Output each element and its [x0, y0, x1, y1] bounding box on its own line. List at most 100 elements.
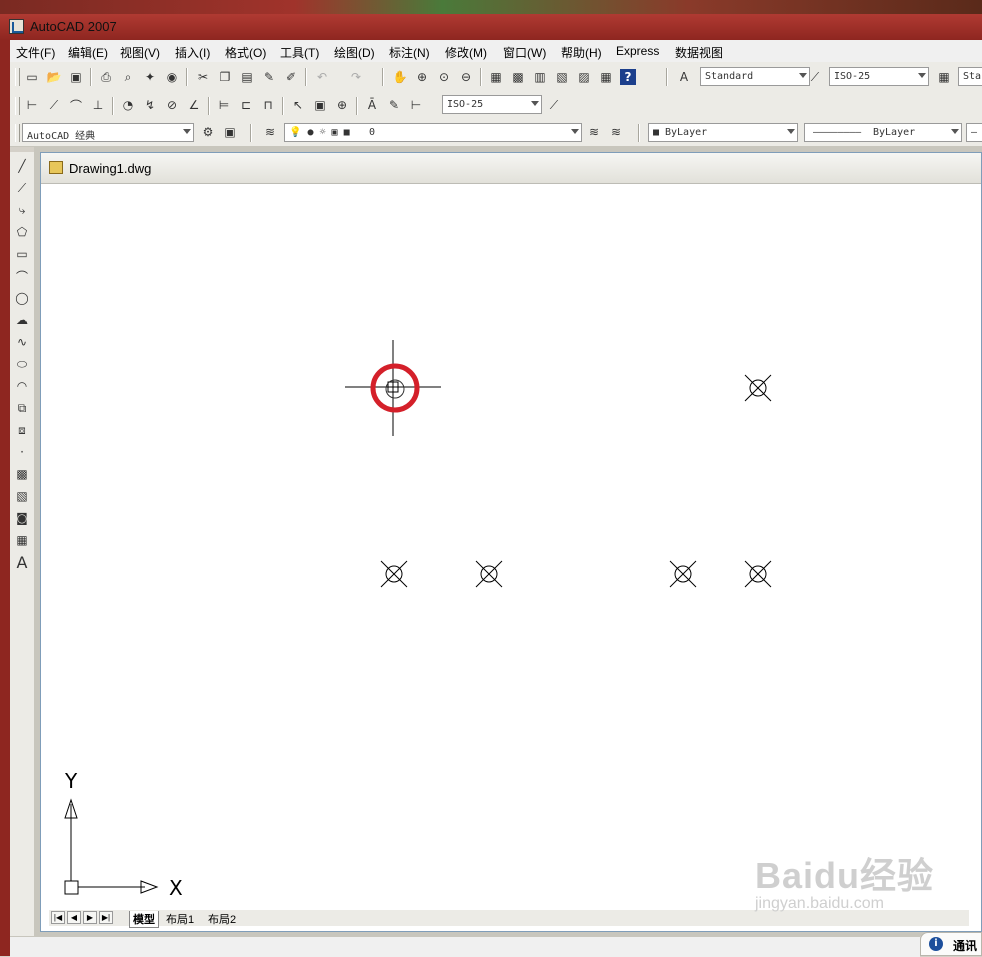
autocad-app-icon[interactable]	[9, 19, 24, 34]
gradient-icon[interactable]: ▧	[14, 488, 30, 504]
dim-update-icon[interactable]: ⊢	[408, 97, 424, 113]
point-marker[interactable]	[380, 560, 408, 588]
ellipse-icon[interactable]: ⬭	[14, 356, 30, 372]
new-icon[interactable]: ▭	[24, 69, 40, 85]
leader-icon[interactable]: ↖	[290, 97, 306, 113]
angular-dim-icon[interactable]: ∠	[186, 97, 202, 113]
save-icon[interactable]: ▣	[68, 69, 84, 85]
point-marker[interactable]	[475, 560, 503, 588]
dim-style-icon[interactable]: ⟋	[807, 69, 823, 85]
menu-dimension[interactable]: 标注(N)	[389, 44, 430, 61]
zoom-window-icon[interactable]: ⊙	[436, 69, 452, 85]
menu-format[interactable]: 格式(O)	[225, 44, 266, 61]
block-editor-icon[interactable]: ✐	[283, 69, 299, 85]
point-icon[interactable]: ·	[14, 444, 30, 460]
ellipse-arc-icon[interactable]: ◠	[14, 378, 30, 394]
prev-tab-icon[interactable]: ◀	[67, 911, 81, 924]
point-marker[interactable]	[744, 374, 772, 402]
revision-cloud-icon[interactable]: ☁	[14, 312, 30, 328]
menu-draw[interactable]: 绘图(D)	[334, 44, 375, 61]
workspace-select[interactable]: AutoCAD 经典	[22, 123, 194, 142]
hatch-icon[interactable]: ▩	[14, 466, 30, 482]
point-marker[interactable]	[669, 560, 697, 588]
region-icon[interactable]: ◙	[14, 510, 30, 526]
make-current-layer-icon[interactable]: ≋	[586, 124, 602, 140]
continue-dim-icon[interactable]: ⊓	[260, 97, 276, 113]
zoom-realtime-icon[interactable]: ⊕	[414, 69, 430, 85]
tab-model[interactable]: 模型	[129, 911, 159, 928]
cut-icon[interactable]: ✂	[195, 69, 211, 85]
polyline-icon[interactable]: ⤷	[14, 202, 30, 218]
dim-style-select-2[interactable]: ISO-25	[442, 95, 542, 114]
polygon-icon[interactable]: ⬠	[14, 224, 30, 240]
dim-style-select[interactable]: ISO-25	[829, 67, 929, 86]
dim-edit-icon[interactable]: Ā	[364, 97, 380, 113]
menu-modify[interactable]: 修改(M)	[445, 44, 487, 61]
communication-center[interactable]: i 通讯	[920, 932, 982, 956]
properties-icon[interactable]: ▦	[488, 69, 504, 85]
quick-dim-icon[interactable]: ⊨	[216, 97, 232, 113]
aligned-dim-icon[interactable]: ⟋	[46, 97, 62, 113]
circle-icon[interactable]: ◯	[14, 290, 30, 306]
arc-icon[interactable]: ⌒	[14, 268, 30, 284]
redo-icon[interactable]: ↷	[348, 69, 364, 85]
help-icon[interactable]: ?	[620, 69, 636, 85]
last-tab-icon[interactable]: ▶|	[99, 911, 113, 924]
pan-icon[interactable]: ✋	[392, 69, 408, 85]
match-properties-icon[interactable]: ✎	[261, 69, 277, 85]
dim-text-edit-icon[interactable]: ✎	[386, 97, 402, 113]
toolbar-grip[interactable]	[15, 124, 20, 142]
markup-icon[interactable]: ▨	[576, 69, 592, 85]
baseline-dim-icon[interactable]: ⊏	[238, 97, 254, 113]
center-mark-icon[interactable]: ⊕	[334, 97, 350, 113]
tab-layout2[interactable]: 布局2	[205, 911, 239, 927]
menu-data-view[interactable]: 数据视图	[675, 44, 723, 61]
paste-icon[interactable]: ▤	[239, 69, 255, 85]
layer-manager-icon[interactable]: ≋	[262, 124, 278, 140]
color-select[interactable]: ■ ByLayer	[648, 123, 798, 142]
jogged-dim-icon[interactable]: ↯	[142, 97, 158, 113]
spline-icon[interactable]: ∿	[14, 334, 30, 350]
info-icon[interactable]: i	[929, 937, 943, 951]
calculator-icon[interactable]: ▦	[598, 69, 614, 85]
construction-line-icon[interactable]: ⟋	[14, 180, 30, 196]
layer-previous-icon[interactable]: ≋	[608, 124, 624, 140]
tab-layout1[interactable]: 布局1	[163, 911, 197, 927]
next-tab-icon[interactable]: ▶	[83, 911, 97, 924]
table-style-select[interactable]: Sta	[958, 67, 982, 86]
publish-icon[interactable]: ✦	[142, 69, 158, 85]
tolerance-icon[interactable]: ▣	[312, 97, 328, 113]
menu-help[interactable]: 帮助(H)	[561, 44, 602, 61]
toolbar-grip[interactable]	[15, 97, 20, 115]
insert-block-icon[interactable]: ⧉	[14, 400, 30, 416]
point-marker[interactable]	[744, 560, 772, 588]
make-block-icon[interactable]: ⧈	[14, 422, 30, 438]
workspace-save-icon[interactable]: ▣	[222, 124, 238, 140]
menu-edit[interactable]: 编辑(E)	[68, 44, 108, 61]
copy-icon[interactable]: ❐	[217, 69, 233, 85]
menu-insert[interactable]: 插入(I)	[175, 44, 210, 61]
layer-select[interactable]: 💡 ● ☼ ▣ ■ 0	[284, 123, 582, 142]
drawing-canvas[interactable]: Y X	[41, 184, 981, 910]
linetype-select[interactable]: ———————— ByLayer	[804, 123, 962, 142]
design-center-icon[interactable]: ▩	[510, 69, 526, 85]
multiline-text-icon[interactable]: A	[14, 553, 30, 572]
plot-icon[interactable]: ⎙	[98, 69, 114, 85]
ordinate-dim-icon[interactable]: ⊥	[90, 97, 106, 113]
radius-dim-icon[interactable]: ◔	[120, 97, 136, 113]
menu-express[interactable]: Express	[616, 44, 659, 58]
rectangle-icon[interactable]: ▭	[14, 246, 30, 262]
menu-tools[interactable]: 工具(T)	[280, 44, 319, 61]
table-style-icon[interactable]: ▦	[936, 69, 952, 85]
text-style-icon[interactable]: A	[676, 69, 692, 85]
toolbar-grip[interactable]	[15, 68, 20, 86]
menu-window[interactable]: 窗口(W)	[503, 44, 546, 61]
arc-length-icon[interactable]: ⌒	[68, 97, 84, 113]
menu-file[interactable]: 文件(F)	[16, 44, 55, 61]
etransmit-icon[interactable]: ◉	[164, 69, 180, 85]
zoom-previous-icon[interactable]: ⊖	[458, 69, 474, 85]
dim-style-manager-icon[interactable]: ⟋	[546, 97, 562, 113]
workspace-settings-icon[interactable]: ⚙	[200, 124, 216, 140]
line-icon[interactable]: ╱	[14, 158, 30, 174]
tool-palettes-icon[interactable]: ▥	[532, 69, 548, 85]
